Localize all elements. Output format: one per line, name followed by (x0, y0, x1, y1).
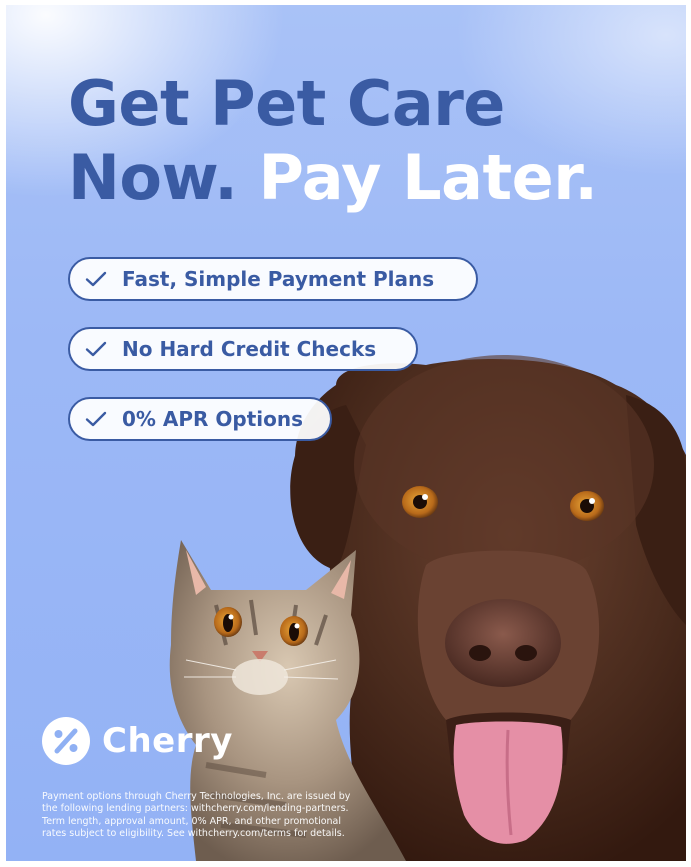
headline-line-2: Now. Pay Later. (68, 141, 598, 215)
benefit-pill-payment-plans: Fast, Simple Payment Plans (68, 257, 478, 301)
cherry-logo: Cherry (42, 717, 233, 765)
checkmark-icon (85, 411, 107, 427)
checkmark-icon (85, 271, 107, 287)
headline-now: Now. (68, 141, 238, 214)
benefit-label: No Hard Credit Checks (122, 337, 377, 361)
ad-poster: Get Pet Care Now. Pay Later. Fast, Simpl… (6, 5, 686, 861)
benefit-pill-zero-apr: 0% APR Options (68, 397, 332, 441)
benefit-label: Fast, Simple Payment Plans (122, 267, 435, 291)
checkmark-icon (85, 341, 107, 357)
benefit-pill-no-credit-check: No Hard Credit Checks (68, 327, 418, 371)
legal-disclaimer: Payment options through Cherry Technolog… (42, 790, 351, 840)
percent-badge-icon (42, 717, 90, 765)
headline: Get Pet Care Now. Pay Later. (68, 67, 598, 215)
brand-name: Cherry (102, 721, 233, 761)
headline-line-1: Get Pet Care (68, 67, 505, 140)
headline-pay-later: Pay Later. (258, 141, 598, 214)
benefit-label: 0% APR Options (122, 407, 304, 431)
